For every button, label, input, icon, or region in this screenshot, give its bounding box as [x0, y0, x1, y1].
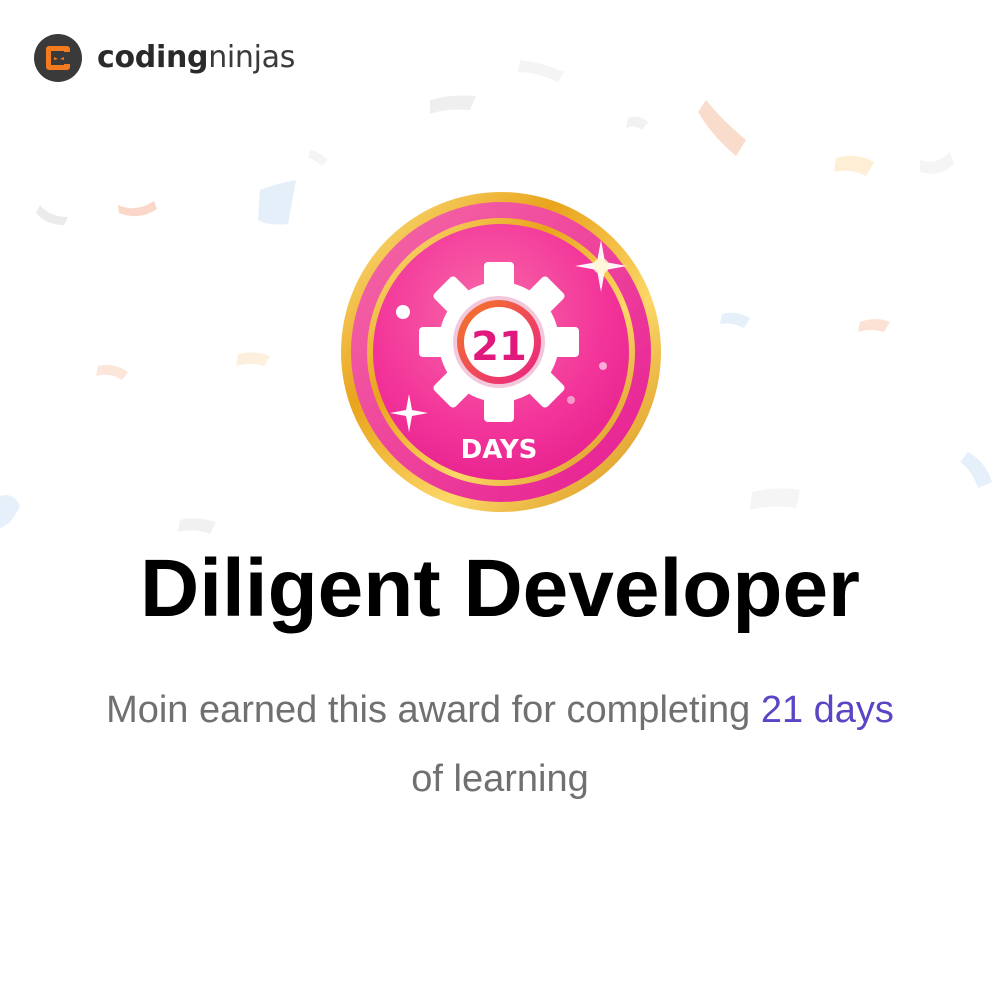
- logo-word-coding: coding: [97, 40, 209, 75]
- award-description: Moin earned this award for completing 21…: [60, 676, 940, 814]
- award-page: codingninjas 21 DAYS Diligent Developer …: [0, 0, 1000, 1000]
- desc-text-before: Moin earned this award for completing: [106, 689, 751, 731]
- badge-unit: DAYS: [461, 435, 538, 465]
- award-badge: 21 DAYS: [341, 192, 661, 512]
- ninja-logo-icon: [34, 34, 82, 82]
- desc-highlight: 21 days: [760, 689, 894, 731]
- award-title: Diligent Developer: [140, 543, 860, 634]
- badge-number: 21: [471, 324, 527, 370]
- logo-wordmark: codingninjas: [97, 43, 295, 73]
- logo-word-ninjas: ninjas: [208, 40, 296, 75]
- desc-text-after: of learning: [411, 758, 589, 800]
- coding-ninjas-logo[interactable]: codingninjas: [33, 33, 295, 83]
